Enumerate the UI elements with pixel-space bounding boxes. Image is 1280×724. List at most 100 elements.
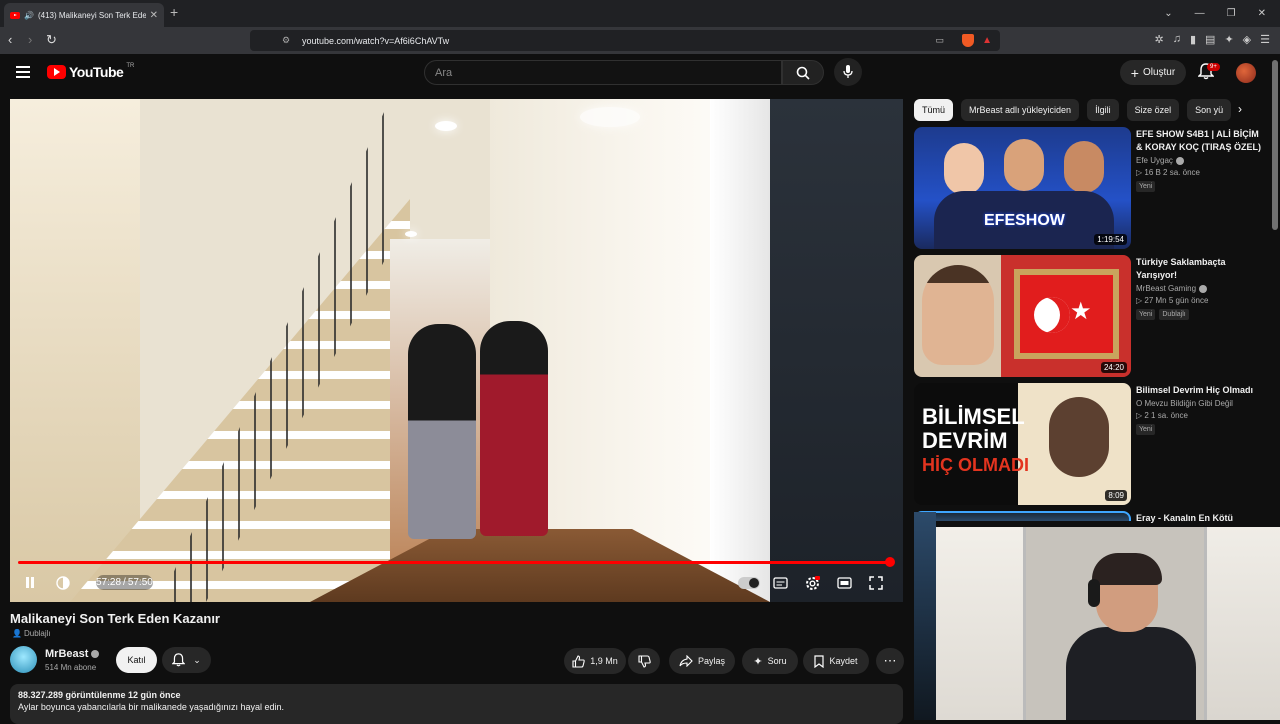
extensions-icon[interactable]: ✲ [1155,33,1164,46]
video-player[interactable] [10,99,903,602]
channel-avatar[interactable] [10,646,37,673]
subtitles-icon [773,577,788,589]
create-label: Oluştur [1142,67,1176,78]
forward-icon[interactable]: › [28,32,32,47]
video-duration: 8:09 [1105,490,1127,501]
dislike-button[interactable] [628,648,660,674]
chip-from-uploader[interactable]: MrBeast adlı yükleyiciden [961,99,1080,121]
browser-tab[interactable]: 🔊 (413) Malikaneyi Son Terk Ede ✕ [4,3,164,27]
dub-icon: 👤 [12,629,22,638]
search-button[interactable] [782,60,824,85]
video-thumbnail[interactable]: ★ 24:20 [914,255,1131,377]
browser-tab-strip: 🔊 (413) Malikaneyi Son Terk Ede ✕ + ⌄ — … [0,0,1280,27]
fullscreen-button[interactable] [869,576,883,590]
save-button[interactable]: Kaydet [803,648,869,674]
thumbs-up-icon [572,654,585,668]
join-button[interactable]: Katıl [116,647,157,673]
vpn-icon[interactable]: ◈ [1243,33,1251,46]
back-icon[interactable]: ‹ [8,32,12,47]
account-avatar[interactable] [1236,63,1256,83]
progress-bar[interactable] [18,561,890,564]
recommendation-item[interactable]: Eray - Kanalın En Kötü [914,511,1264,523]
video-thumbnail[interactable] [914,512,936,720]
rewards-icon[interactable]: ▲ [982,35,992,46]
current-time: 57:28 [96,577,122,588]
channel-name[interactable]: Efe Uygaç [1136,156,1264,165]
theater-mode-button[interactable] [837,577,852,589]
volume-button[interactable] [56,576,70,590]
subtitles-button[interactable] [773,577,788,589]
video-title[interactable]: Eray - Kanalın En Kötü [1136,512,1264,525]
close-window-icon[interactable]: ✕ [1258,8,1266,19]
youtube-favicon-icon [10,11,20,19]
subscription-notification-button[interactable]: ⌄ [162,647,211,673]
menu-icon[interactable]: ☰ [1260,33,1270,46]
dubbed-badge: 👤 Dublajlı [12,629,51,638]
sidebar-icon[interactable]: ▮ [1190,33,1196,46]
verified-icon [1175,156,1184,165]
create-button[interactable]: + Oluştur [1120,60,1186,85]
speaker-icon: 🔊 [24,10,34,20]
channel-name[interactable]: O Mevzu Bildiğin Gibi Değil [1136,399,1264,408]
autoplay-toggle[interactable] [738,577,760,589]
chip-all[interactable]: Tümü [914,99,954,121]
brave-shield-icon[interactable] [962,34,974,47]
video-duration: 24:20 [1100,362,1127,373]
voice-search-button[interactable] [834,58,862,86]
player-controls: 57:28 / 57:50 [10,568,903,598]
youtube-header: YouTube TR Ara + Oluştur [0,54,1280,94]
share-button[interactable]: Paylaş [669,648,735,674]
thumbs-down-icon [637,654,651,668]
logo-text: YouTube [69,64,124,80]
minimize-icon[interactable]: — [1195,8,1205,19]
new-tab-icon[interactable]: + [170,4,178,20]
description-box[interactable]: 88.327.289 görüntülenme 12 gün önce Ayla… [10,684,903,724]
channel-name[interactable]: MrBeast [45,648,100,660]
pause-button[interactable] [24,576,36,589]
video-title[interactable]: Türkiye Saklambaçta Yarışıyor! [1136,256,1264,282]
view-stats: 88.327.289 görüntülenme 12 gün önce [18,690,181,700]
chevron-right-icon[interactable]: › [1238,102,1242,116]
like-button[interactable]: 1,9 Mn [564,648,626,674]
channel-name[interactable]: MrBeast Gaming [1136,284,1264,293]
search-input[interactable]: Ara [424,60,782,85]
video-thumbnail[interactable]: EFESHOW 1:19:54 [914,127,1131,249]
settings-button[interactable] [805,576,820,591]
video-title[interactable]: Bilimsel Devrim Hiç Olmadı [1136,384,1264,397]
channel-name-text: MrBeast [45,648,89,660]
cast-icon[interactable]: ▭ [935,35,944,46]
ask-button[interactable]: ✦ Soru [742,648,798,674]
leo-icon[interactable]: ✦ [1224,33,1233,46]
media-icon[interactable]: ♫ [1173,33,1181,46]
more-actions-button[interactable]: ⋯ [876,648,904,674]
page-scrollbar[interactable] [1272,60,1278,230]
chip-related[interactable]: İlgili [1087,99,1119,121]
url-field[interactable]: ⚙ youtube.com/watch?v=Af6i6ChAVTw ▭ ▲ [250,30,1000,51]
progress-scrubber[interactable] [885,557,895,567]
plus-icon: + [1130,64,1139,81]
chip-recent[interactable]: Son yü [1187,99,1232,121]
video-title[interactable]: EFE SHOW S4B1 | ALİ BİÇİM & KORAY KOÇ (T… [1136,128,1264,154]
dub-label: Dublajlı [23,629,51,638]
video-thumbnail[interactable] [914,511,1131,521]
tab-close-icon[interactable]: ✕ [150,10,158,21]
video-thumbnail[interactable]: BİLİMSEL DEVRİM HİÇ OLMADI 8:09 [914,383,1131,505]
duration: 57:50 [127,577,153,588]
site-settings-icon[interactable]: ⚙ [282,35,290,46]
video-meta: ▷ 27 Mn 5 gün önce [1136,296,1209,305]
bell-icon [172,653,186,667]
reload-icon[interactable]: ↻ [46,32,57,48]
tab-list-icon[interactable]: ⌄ [1164,8,1172,19]
chip-for-you[interactable]: Size özel [1126,99,1180,121]
window-controls: ⌄ — ❐ ✕ [1164,0,1280,27]
recommendation-item[interactable]: BİLİMSEL DEVRİM HİÇ OLMADI 8:09 Bilimsel… [914,383,1264,505]
recommendation-item[interactable]: EFESHOW 1:19:54 EFE SHOW S4B1 | ALİ BİÇİ… [914,127,1264,249]
guide-menu-icon[interactable] [16,66,30,78]
pause-icon [26,577,34,588]
wallet-icon[interactable]: ▤ [1205,33,1215,46]
maximize-icon[interactable]: ❐ [1227,8,1236,19]
youtube-logo[interactable]: YouTube TR [47,63,134,80]
filter-chips: Tümü MrBeast adlı yükleyiciden İlgili Si… [914,99,1259,121]
recommendation-item[interactable]: ★ 24:20 Türkiye Saklambaçta Yarışıyor! M… [914,255,1264,377]
video-title: Malikaneyi Son Terk Eden Kazanır [10,611,220,626]
